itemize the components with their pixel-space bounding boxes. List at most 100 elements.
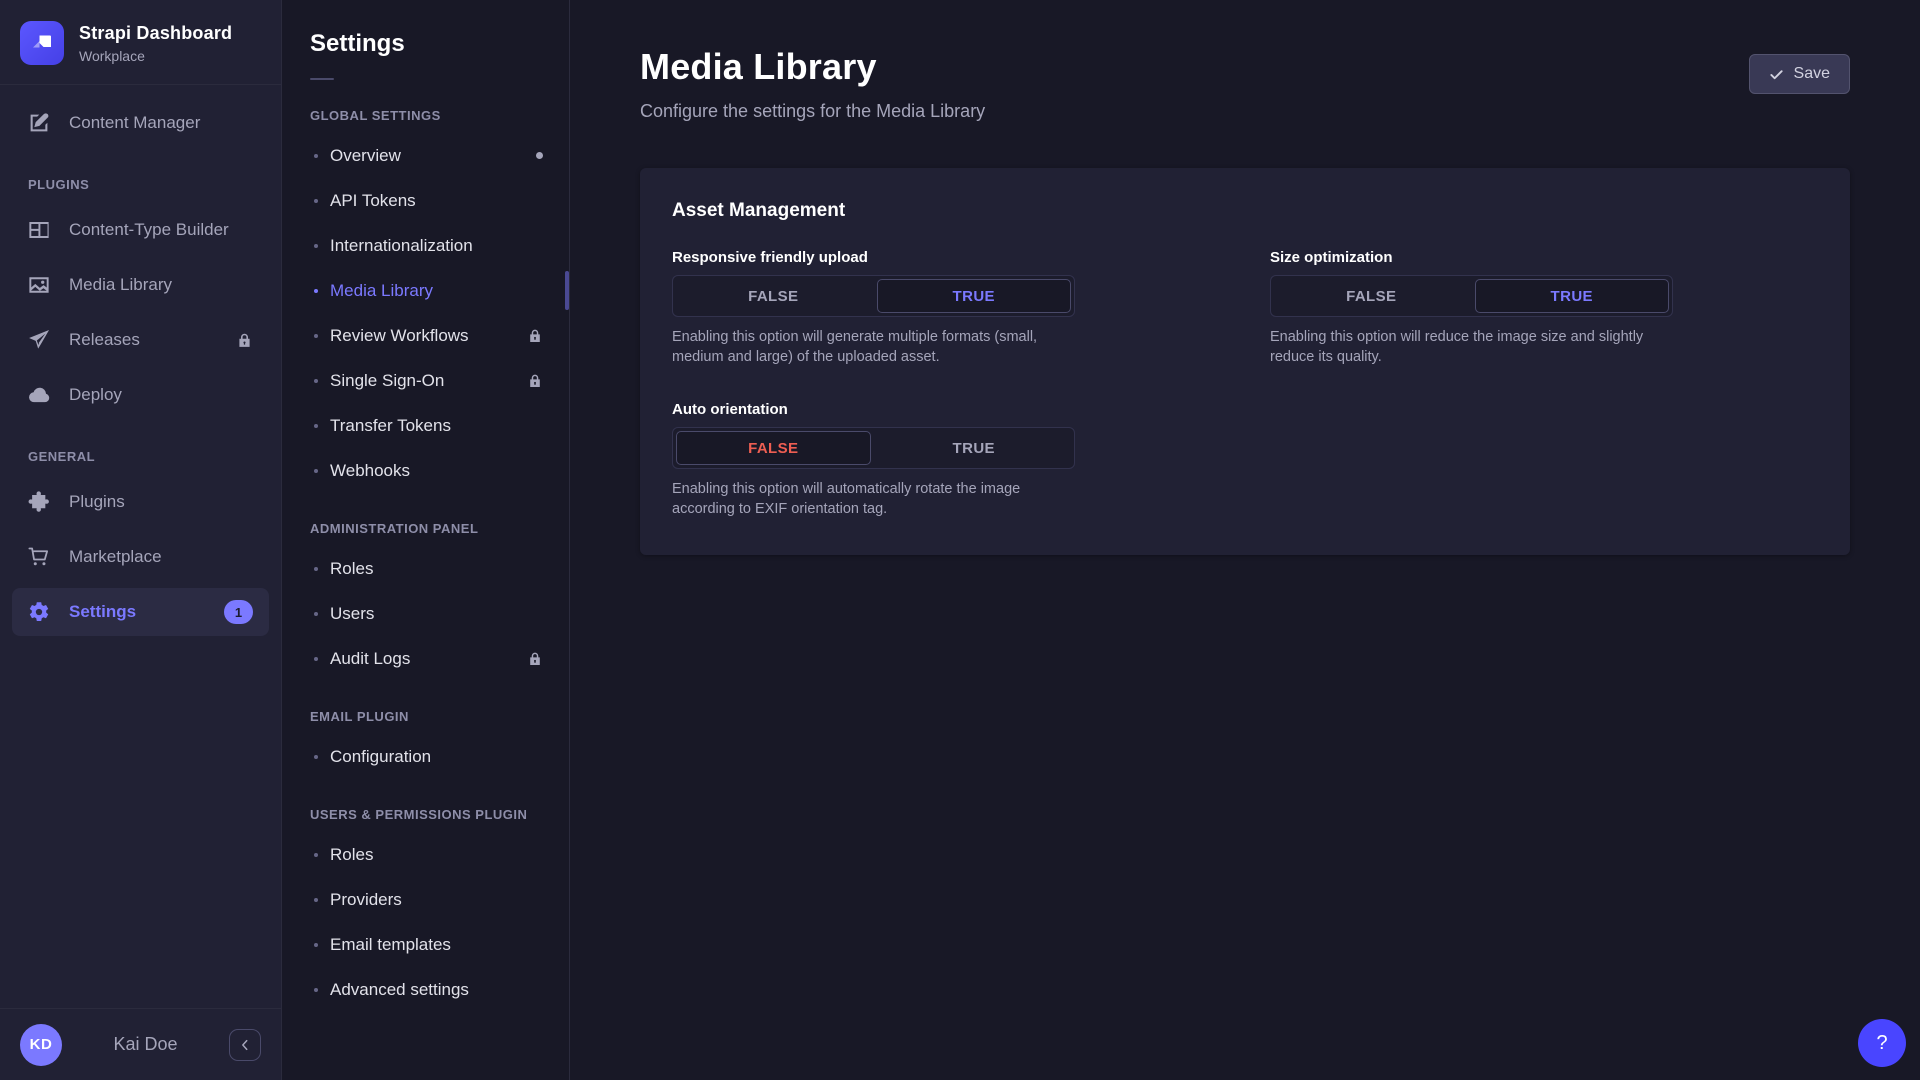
subnav-section-email-plugin: EMAIL PLUGINConfiguration — [282, 681, 569, 779]
subnav-header: Settings — [282, 0, 569, 80]
card-fields: Responsive friendly uploadFALSETRUEEnabl… — [672, 249, 1818, 519]
gear-icon — [28, 601, 50, 623]
page-title: Media Library — [640, 46, 985, 88]
settings-nav-label: Email templates — [330, 935, 451, 955]
settings-nav-roles[interactable]: Roles — [282, 832, 569, 877]
sidebar-item-deploy[interactable]: Deploy — [12, 371, 269, 419]
field-responsive-friendly-upload: Responsive friendly uploadFALSETRUEEnabl… — [672, 249, 1075, 367]
settings-nav-advanced-settings[interactable]: Advanced settings — [282, 967, 569, 1012]
subnav-list: Configuration — [282, 734, 569, 779]
settings-nav-review-workflows[interactable]: Review Workflows — [282, 313, 569, 358]
sidebar-spacer — [0, 643, 281, 1008]
toggle-option-true[interactable]: TRUE — [877, 431, 1072, 465]
check-icon — [1769, 67, 1784, 82]
save-button[interactable]: Save — [1749, 54, 1850, 94]
settings-nav-internationalization[interactable]: Internationalization — [282, 223, 569, 268]
collapse-sidebar-button[interactable] — [229, 1029, 261, 1061]
sidebar-item-label: Media Library — [69, 275, 172, 295]
subnav-section-label: GLOBAL SETTINGS — [282, 80, 569, 133]
bullet-icon — [314, 289, 318, 293]
sidebar-item-releases[interactable]: Releases — [12, 316, 269, 364]
brand-text: Strapi Dashboard Workplace — [79, 23, 232, 64]
bullet-icon — [314, 379, 318, 383]
settings-nav-transfer-tokens[interactable]: Transfer Tokens — [282, 403, 569, 448]
avatar[interactable]: KD — [20, 1024, 62, 1066]
notification-badge: 1 — [224, 600, 253, 624]
subnav-list: RolesProviders Email templates Advanced se… — [282, 832, 569, 1012]
sidebar-item-content-type-builder[interactable]: Content-Type Builder — [12, 206, 269, 254]
app-root: Strapi Dashboard Workplace Content Manag… — [0, 0, 1920, 1080]
field-size-optimization: Size optimization FALSETRUE Enabling this … — [1270, 249, 1673, 367]
bullet-icon — [314, 244, 318, 248]
settings-nav-overview[interactable]: Overview — [282, 133, 569, 178]
sidebar-item-settings[interactable]: Settings1 — [12, 588, 269, 636]
settings-nav-webhooks[interactable]: Webhooks — [282, 448, 569, 493]
save-button-label: Save — [1794, 65, 1830, 83]
field-label: Responsive friendly upload — [672, 249, 1075, 266]
settings-nav-users[interactable]: Users — [282, 591, 569, 636]
settings-nav-label: Media Library — [330, 281, 433, 301]
page-subtitle: Configure the settings for the Media Lib… — [640, 101, 985, 122]
bullet-icon — [314, 424, 318, 428]
bullet-icon — [314, 898, 318, 902]
bullet-icon — [314, 334, 318, 338]
nav-section-general: GENERAL — [12, 426, 269, 478]
main-content: Media Library Configure the settings for… — [570, 0, 1920, 1080]
field-label: Size optimization — [1270, 249, 1673, 266]
main-sidebar: Strapi Dashboard Workplace Content Manag… — [0, 0, 282, 1080]
settings-nav-providers[interactable]: Providers — [282, 877, 569, 922]
field-hint: Enabling this option will automatically … — [672, 480, 1075, 519]
toggle-option-false[interactable]: FALSE — [676, 279, 871, 313]
layout-icon — [28, 219, 50, 241]
settings-subnav: Settings GLOBAL SETTINGS Overview API Toke… — [282, 0, 570, 1080]
field-hint: Enabling this option will reduce the ima… — [1270, 328, 1673, 367]
sidebar-item-media-library[interactable]: Media Library — [12, 261, 269, 309]
settings-nav-email-templates[interactable]: Email templates — [282, 922, 569, 967]
toggle-auto-orientation: FALSETRUE — [672, 427, 1075, 469]
settings-nav-single-sign-on[interactable]: Single Sign-On — [282, 358, 569, 403]
settings-nav-media-library[interactable]: Media Library — [282, 268, 569, 313]
bullet-icon — [314, 943, 318, 947]
toggle-option-true[interactable]: TRUE — [877, 279, 1072, 313]
toggle-option-false[interactable]: FALSE — [676, 431, 871, 465]
field-auto-orientation: Auto orientationFALSETRUEEnabling this o… — [672, 401, 1075, 519]
brand-title: Strapi Dashboard — [79, 23, 232, 44]
settings-nav-configuration[interactable]: Configuration — [282, 734, 569, 779]
settings-nav-api-tokens[interactable]: API Tokens — [282, 178, 569, 223]
workspace-switcher[interactable]: Strapi Dashboard Workplace — [0, 0, 281, 84]
cloud-icon — [28, 384, 50, 406]
sidebar-item-plugins[interactable]: Plugins — [12, 478, 269, 526]
cart-icon — [28, 546, 50, 568]
nav-section-plugins: PLUGINS — [12, 154, 269, 206]
sidebar-item-content-manager[interactable]: Content Manager — [12, 99, 269, 147]
settings-nav-label: Review Workflows — [330, 326, 469, 346]
subnav-section-administration-panel: ADMINISTRATION PANEL Roles Users Audit Logs — [282, 493, 569, 681]
settings-nav-roles[interactable]: Roles — [282, 546, 569, 591]
settings-nav-label: Users — [330, 604, 374, 624]
puzzle-icon — [28, 491, 50, 513]
sidebar-item-marketplace[interactable]: Marketplace — [12, 533, 269, 581]
settings-nav-label: Internationalization — [330, 236, 473, 256]
subnav-title: Settings — [310, 30, 541, 58]
subnav-section-label: ADMINISTRATION PANEL — [282, 493, 569, 546]
sidebar-item-label: Plugins — [69, 492, 125, 512]
bullet-icon — [314, 657, 318, 661]
settings-nav-label: Overview — [330, 146, 401, 166]
sidebar-item-label: Marketplace — [69, 547, 162, 567]
sidebar-item-label: Deploy — [69, 385, 122, 405]
toggle-option-true[interactable]: TRUE — [1475, 279, 1670, 313]
subnav-sections: GLOBAL SETTINGS Overview API Tokens Interna… — [282, 80, 569, 1012]
settings-nav-label: Audit Logs — [330, 649, 410, 669]
help-button[interactable]: ? — [1858, 1019, 1906, 1067]
asset-management-card: Asset Management Responsive friendly upl… — [640, 168, 1850, 555]
lock-icon — [527, 651, 543, 667]
toggle-option-false[interactable]: FALSE — [1274, 279, 1469, 313]
active-indicator — [565, 271, 569, 310]
sidebar-item-label: Content Manager — [69, 113, 200, 133]
sidebar-item-label: Releases — [69, 330, 140, 350]
settings-nav-audit-logs[interactable]: Audit Logs — [282, 636, 569, 681]
image-icon — [28, 274, 50, 296]
main-nav-items: Content Manager PLUGINSContent-Type Build… — [0, 85, 281, 643]
settings-nav-label: Roles — [330, 559, 373, 579]
settings-nav-label: Advanced settings — [330, 980, 469, 1000]
